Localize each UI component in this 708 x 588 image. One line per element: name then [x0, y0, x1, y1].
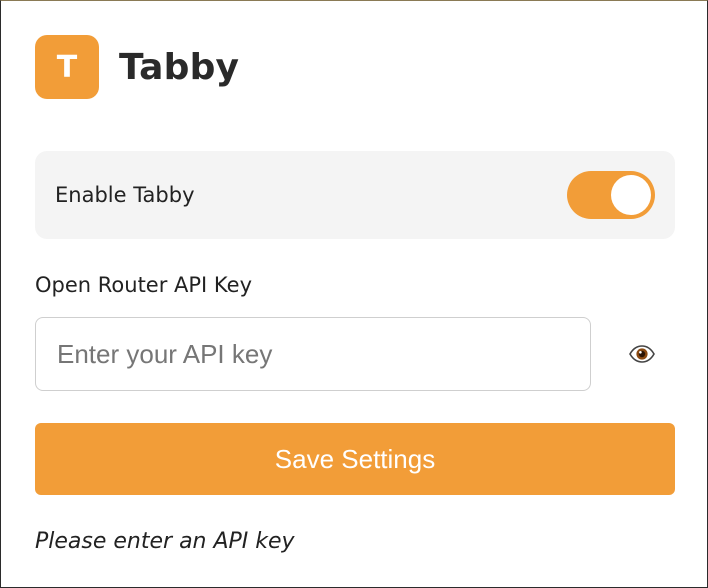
- enable-toggle[interactable]: [567, 171, 655, 219]
- enable-label: Enable Tabby: [55, 183, 195, 207]
- logo-letter: T: [56, 49, 78, 85]
- eye-icon-graphic: [629, 345, 655, 363]
- header: T Tabby: [35, 35, 239, 99]
- save-settings-button[interactable]: Save Settings: [35, 423, 675, 495]
- enable-panel: Enable Tabby: [35, 151, 675, 239]
- api-key-input[interactable]: [35, 317, 591, 391]
- eye-icon[interactable]: [627, 341, 657, 367]
- toggle-knob: [611, 175, 651, 215]
- status-message: Please enter an API key: [35, 529, 295, 554]
- api-key-label: Open Router API Key: [35, 273, 253, 297]
- app-logo: T: [35, 35, 99, 99]
- app-title: Tabby: [119, 46, 240, 88]
- popup-window: T Tabby Enable Tabby Open Router API Key…: [0, 0, 708, 588]
